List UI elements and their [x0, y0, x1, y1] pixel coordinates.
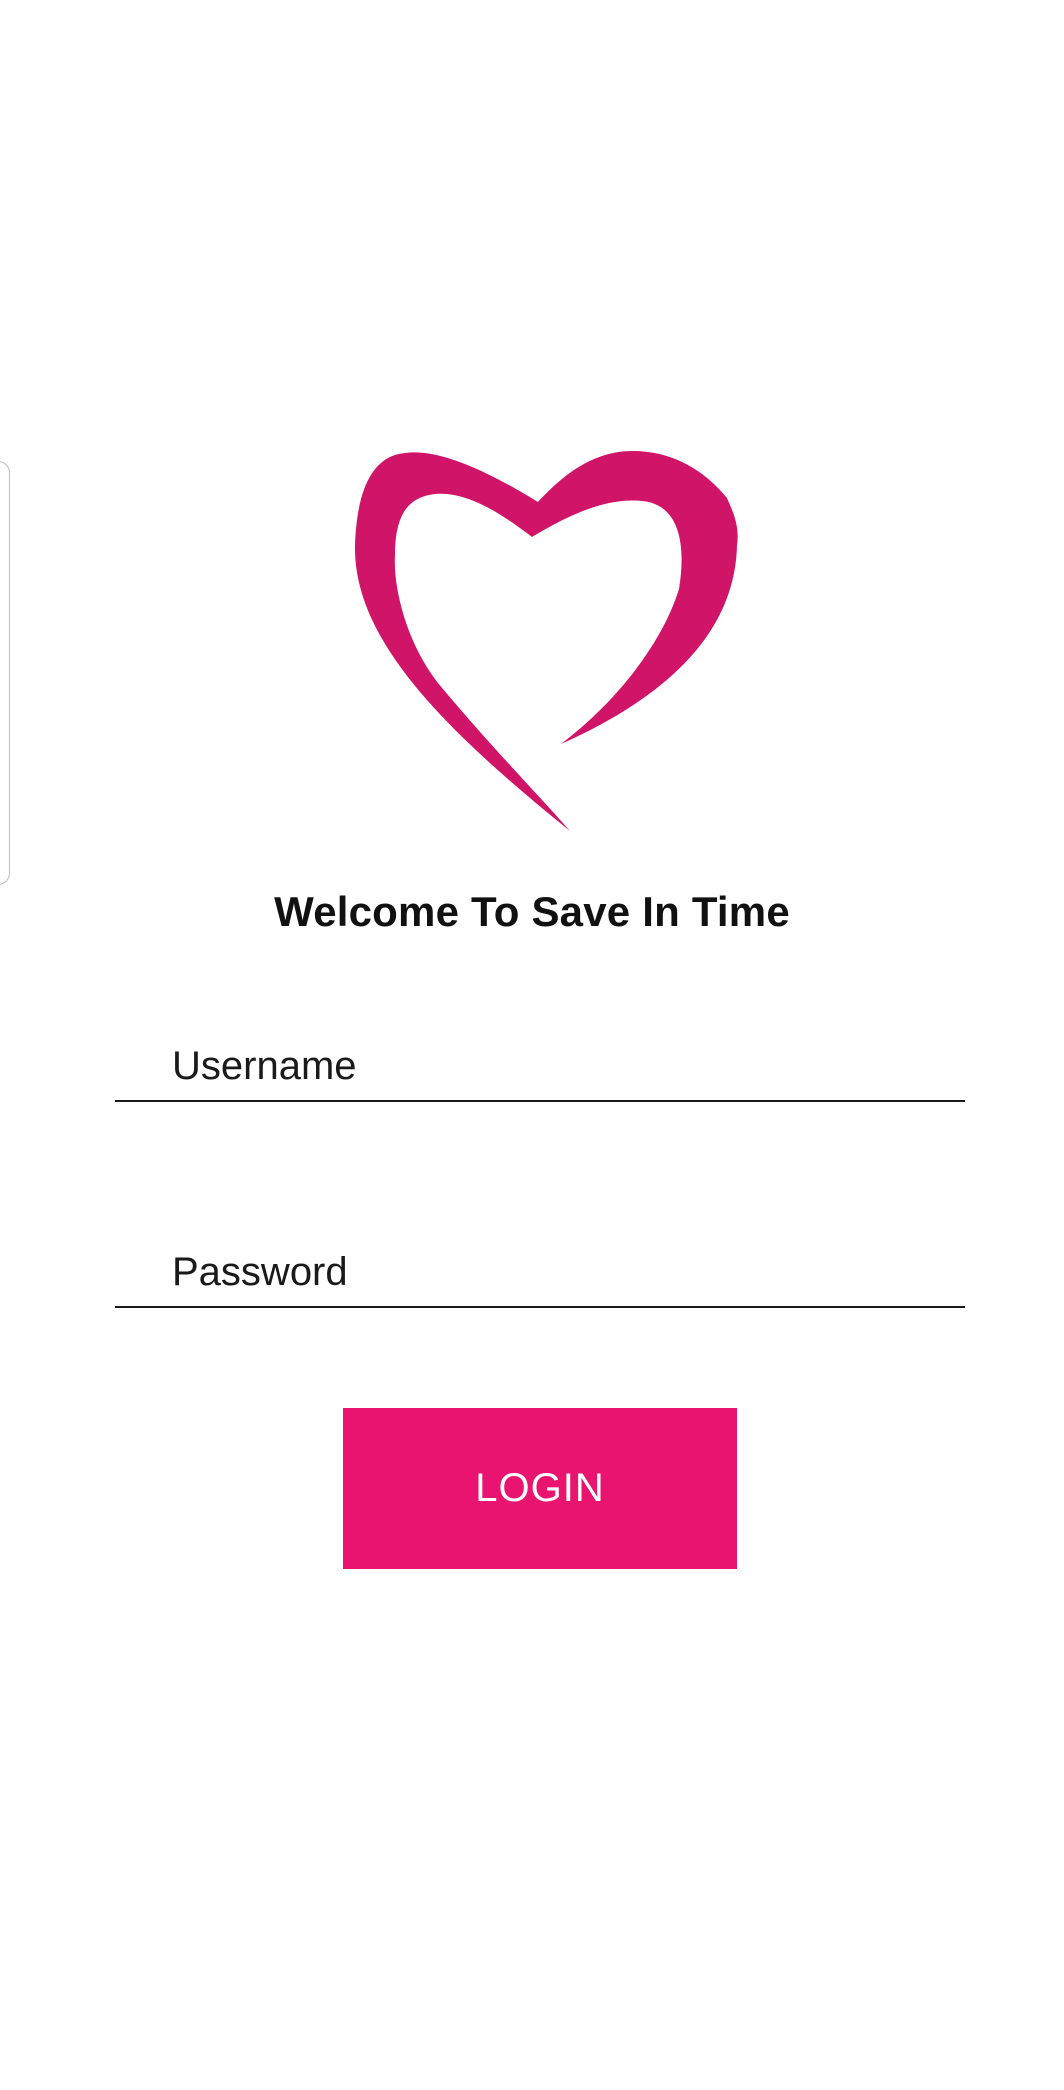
edge-panel-handle[interactable]	[0, 461, 10, 885]
welcome-title: Welcome To Save In Time	[274, 888, 790, 935]
password-input[interactable]	[115, 1238, 965, 1308]
heart-logo-icon	[335, 440, 745, 840]
username-input[interactable]	[115, 1032, 965, 1102]
heart-logo-shape	[354, 450, 738, 831]
login-button[interactable]: LOGIN	[343, 1408, 737, 1569]
